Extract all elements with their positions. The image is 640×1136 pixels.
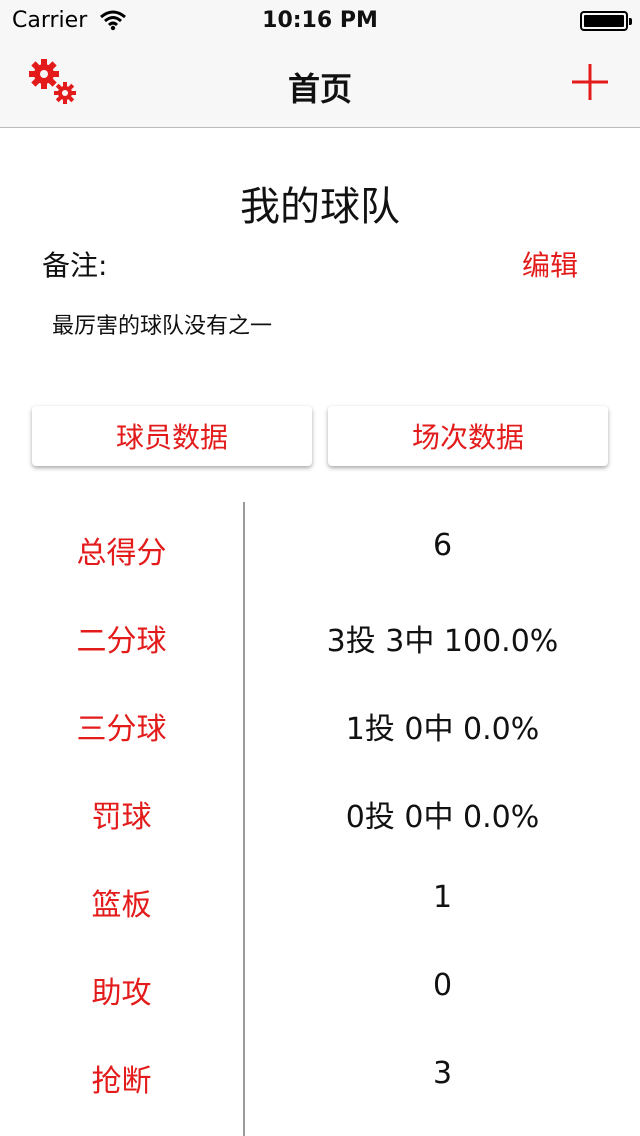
nav-bar: 首页 bbox=[0, 40, 640, 128]
stat-label-total-points: 总得分 bbox=[76, 536, 167, 571]
stat-label-free-throws: 罚球 bbox=[91, 800, 152, 835]
stat-value-free-throws: 0投 0中 0.0% bbox=[345, 800, 540, 835]
note-text: 最厉害的球队没有之一 bbox=[52, 314, 273, 339]
stat-label-assists: 助攻 bbox=[91, 976, 152, 1011]
stat-value-rebounds: 1 bbox=[432, 880, 453, 915]
team-name: 我的球队 bbox=[240, 184, 400, 230]
status-time: 10:16 PM bbox=[262, 8, 378, 33]
note-label: 备注: bbox=[42, 249, 108, 282]
player-stats-button[interactable]: 球员数据 bbox=[32, 406, 312, 466]
page-title: 首页 bbox=[287, 70, 352, 108]
stat-value-two-pointers: 3投 3中 100.0% bbox=[326, 624, 559, 659]
battery-fill bbox=[584, 15, 624, 27]
plus-icon[interactable] bbox=[570, 62, 610, 102]
stat-value-three-pointers: 1投 0中 0.0% bbox=[345, 712, 540, 747]
stat-value-steals: 3 bbox=[432, 1056, 453, 1091]
stat-value-total-points: 6 bbox=[432, 528, 453, 563]
edit-button[interactable]: 编辑 bbox=[522, 244, 578, 284]
game-stats-button[interactable]: 场次数据 bbox=[328, 406, 608, 466]
battery-icon bbox=[580, 11, 632, 31]
stat-label-steals: 抢断 bbox=[91, 1064, 152, 1099]
stat-label-two-pointers: 二分球 bbox=[76, 624, 167, 659]
stat-value-assists: 0 bbox=[432, 968, 453, 1003]
stat-label-three-pointers: 三分球 bbox=[76, 712, 167, 747]
status-bar: Carrier 10:16 PM bbox=[0, 0, 640, 40]
stat-label-rebounds: 篮板 bbox=[91, 888, 152, 923]
